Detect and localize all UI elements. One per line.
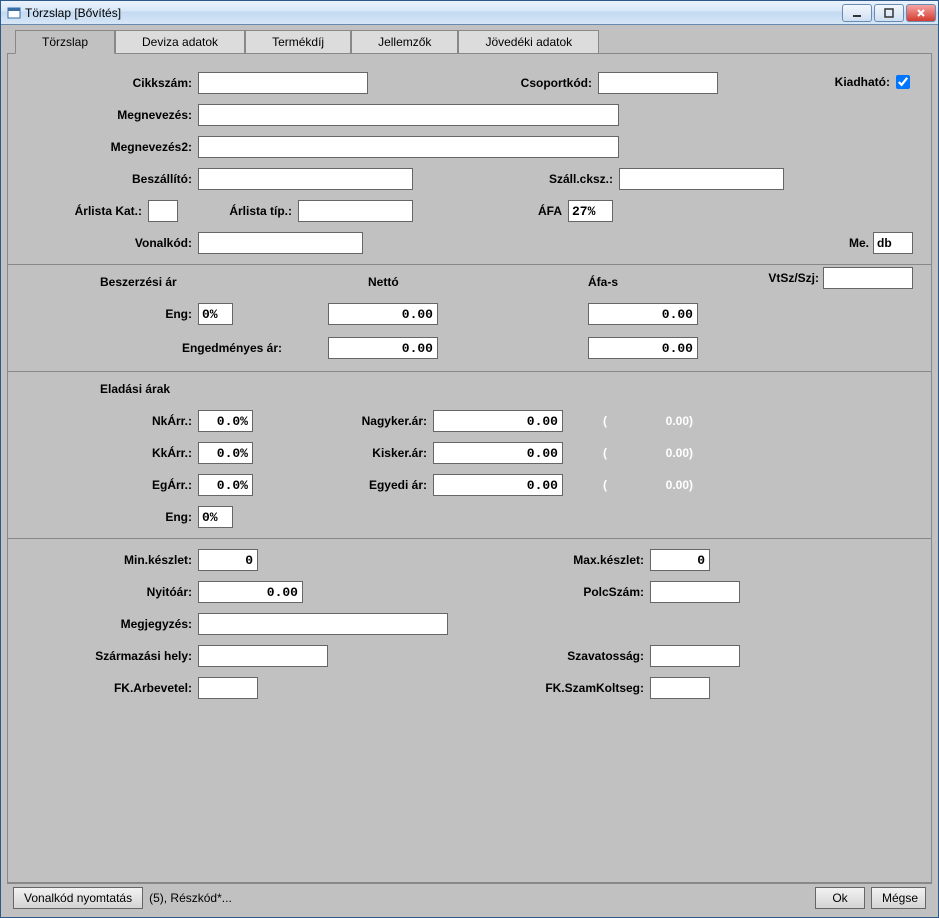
kiadhato-group: Kiadható: [835,72,913,92]
szavatossag-label: Szavatosság: [328,649,650,663]
maxkeszlet-label: Max.készlet: [258,553,650,567]
nyitoar-label: Nyitóár: [18,585,198,599]
separator [8,264,931,265]
tab-jovedeki[interactable]: Jövedéki adatok [458,30,599,54]
egyediar-label: Egyedi ár: [253,478,433,492]
vonalkod-input[interactable] [198,232,363,254]
tab-page: Kiadható: Cikkszám: Csoportkód: Megnevez… [7,53,932,883]
tab-termekdij[interactable]: Termékdíj [245,30,351,54]
minkeszlet-label: Min.készlet: [18,553,198,567]
fkszamkoltseg-input[interactable] [650,677,710,699]
vonalkod-label: Vonalkód: [18,236,198,250]
window-title: Törzslap [Bővítés] [25,6,842,20]
megnevezes2-label: Megnevezés2: [18,140,198,154]
beszallito-input[interactable] [198,168,413,190]
arlistakat-input[interactable] [148,200,178,222]
vtsz-input[interactable] [823,267,913,289]
szarmazasi-input[interactable] [198,645,328,667]
footer: Vonalkód nyomtatás (5), Részkód*... Ok M… [7,883,932,911]
beszallito-label: Beszállító: [18,172,198,186]
megnevezes-input[interactable] [198,104,619,126]
window: Törzslap [Bővítés] Törzslap Deviza adato… [0,0,939,918]
fkszamkoltseg-label: FK.SzamKoltseg: [258,681,650,695]
kiadhato-label: Kiadható: [835,75,890,89]
ok-button[interactable]: Ok [815,887,865,909]
polcszam-label: PolcSzám: [303,585,650,599]
engedmenyes-label: Engedményes ár: [182,341,288,355]
nagyker-paren: (0.00) [603,414,693,428]
titlebar: Törzslap [Bővítés] [1,1,938,25]
separator [8,371,931,372]
nkarr-label: NkÁrr.: [18,414,198,428]
csoportkod-input[interactable] [598,72,718,94]
afas-engedmenyes-input[interactable] [588,337,698,359]
afa-label: ÁFA [413,204,568,218]
nagykerar-input[interactable] [433,410,563,432]
eng2-input[interactable] [198,506,233,528]
szallcksz-input[interactable] [619,168,784,190]
kisker-paren: (0.00) [603,446,693,460]
egyediar-input[interactable] [433,474,563,496]
me-input[interactable] [873,232,913,254]
megjegyzes-label: Megjegyzés: [18,617,198,631]
client-area: Törzslap Deviza adatok Termékdíj Jellemz… [1,25,938,917]
minimize-button[interactable] [842,4,872,22]
nagykerar-label: Nagyker.ár: [253,414,433,428]
eng2-label: Eng: [18,510,198,524]
status-text: (5), Részkód*... [149,891,232,905]
vtsz-label: VtSz/Szj: [768,271,819,285]
kkarr-label: KkÁrr.: [18,446,198,460]
tab-jellemzok[interactable]: Jellemzők [351,30,458,54]
kkarr-input[interactable] [198,442,253,464]
eng-label: Eng: [18,307,198,321]
polcszam-input[interactable] [650,581,740,603]
nkarr-input[interactable] [198,410,253,432]
separator [8,538,931,539]
cancel-button[interactable]: Mégse [871,887,926,909]
window-buttons [842,4,936,22]
maxkeszlet-input[interactable] [650,549,710,571]
app-icon [7,6,21,20]
cikkszam-input[interactable] [198,72,368,94]
megjegyzes-input[interactable] [198,613,448,635]
szallcksz-label: Száll.cksz.: [413,172,619,186]
szarmazasi-label: Származási hely: [18,649,198,663]
egarr-label: EgÁrr.: [18,478,198,492]
eng-input[interactable] [198,303,233,325]
afa-input[interactable] [568,200,613,222]
nyitoar-input[interactable] [198,581,303,603]
afas-eng-input[interactable] [588,303,698,325]
arlistakat-label: Árlista Kat.: [18,204,148,218]
fkarbevetel-input[interactable] [198,677,258,699]
fkarbevetel-label: FK.Arbevetel: [18,681,198,695]
netto-eng-input[interactable] [328,303,438,325]
beszerzesi-header: Beszerzési ár [100,275,288,289]
csoportkod-label: Csoportkód: [368,76,598,90]
netto-engedmenyes-input[interactable] [328,337,438,359]
me-label: Me. [849,236,869,250]
arlistatip-input[interactable] [298,200,413,222]
egyedi-paren: (0.00) [603,478,693,492]
tab-strip: Törzslap Deviza adatok Termékdíj Jellemz… [15,29,932,53]
kiadhato-checkbox[interactable] [896,75,910,89]
minkeszlet-input[interactable] [198,549,258,571]
tab-torzslap[interactable]: Törzslap [15,30,115,54]
tab-deviza[interactable]: Deviza adatok [115,30,245,54]
arlistatip-label: Árlista típ.: [178,204,298,218]
megnevezes2-input[interactable] [198,136,619,158]
maximize-button[interactable] [874,4,904,22]
szavatossag-input[interactable] [650,645,740,667]
megnevezes-label: Megnevezés: [18,108,198,122]
vonalkod-nyomtatas-button[interactable]: Vonalkód nyomtatás [13,887,143,909]
eladasi-header: Eladási árak [100,382,921,396]
close-button[interactable] [906,4,936,22]
kiskerar-input[interactable] [433,442,563,464]
cikkszam-label: Cikkszám: [18,76,198,90]
netto-header: Nettó [368,275,548,289]
egarr-input[interactable] [198,474,253,496]
kiskerar-label: Kisker.ár: [253,446,433,460]
